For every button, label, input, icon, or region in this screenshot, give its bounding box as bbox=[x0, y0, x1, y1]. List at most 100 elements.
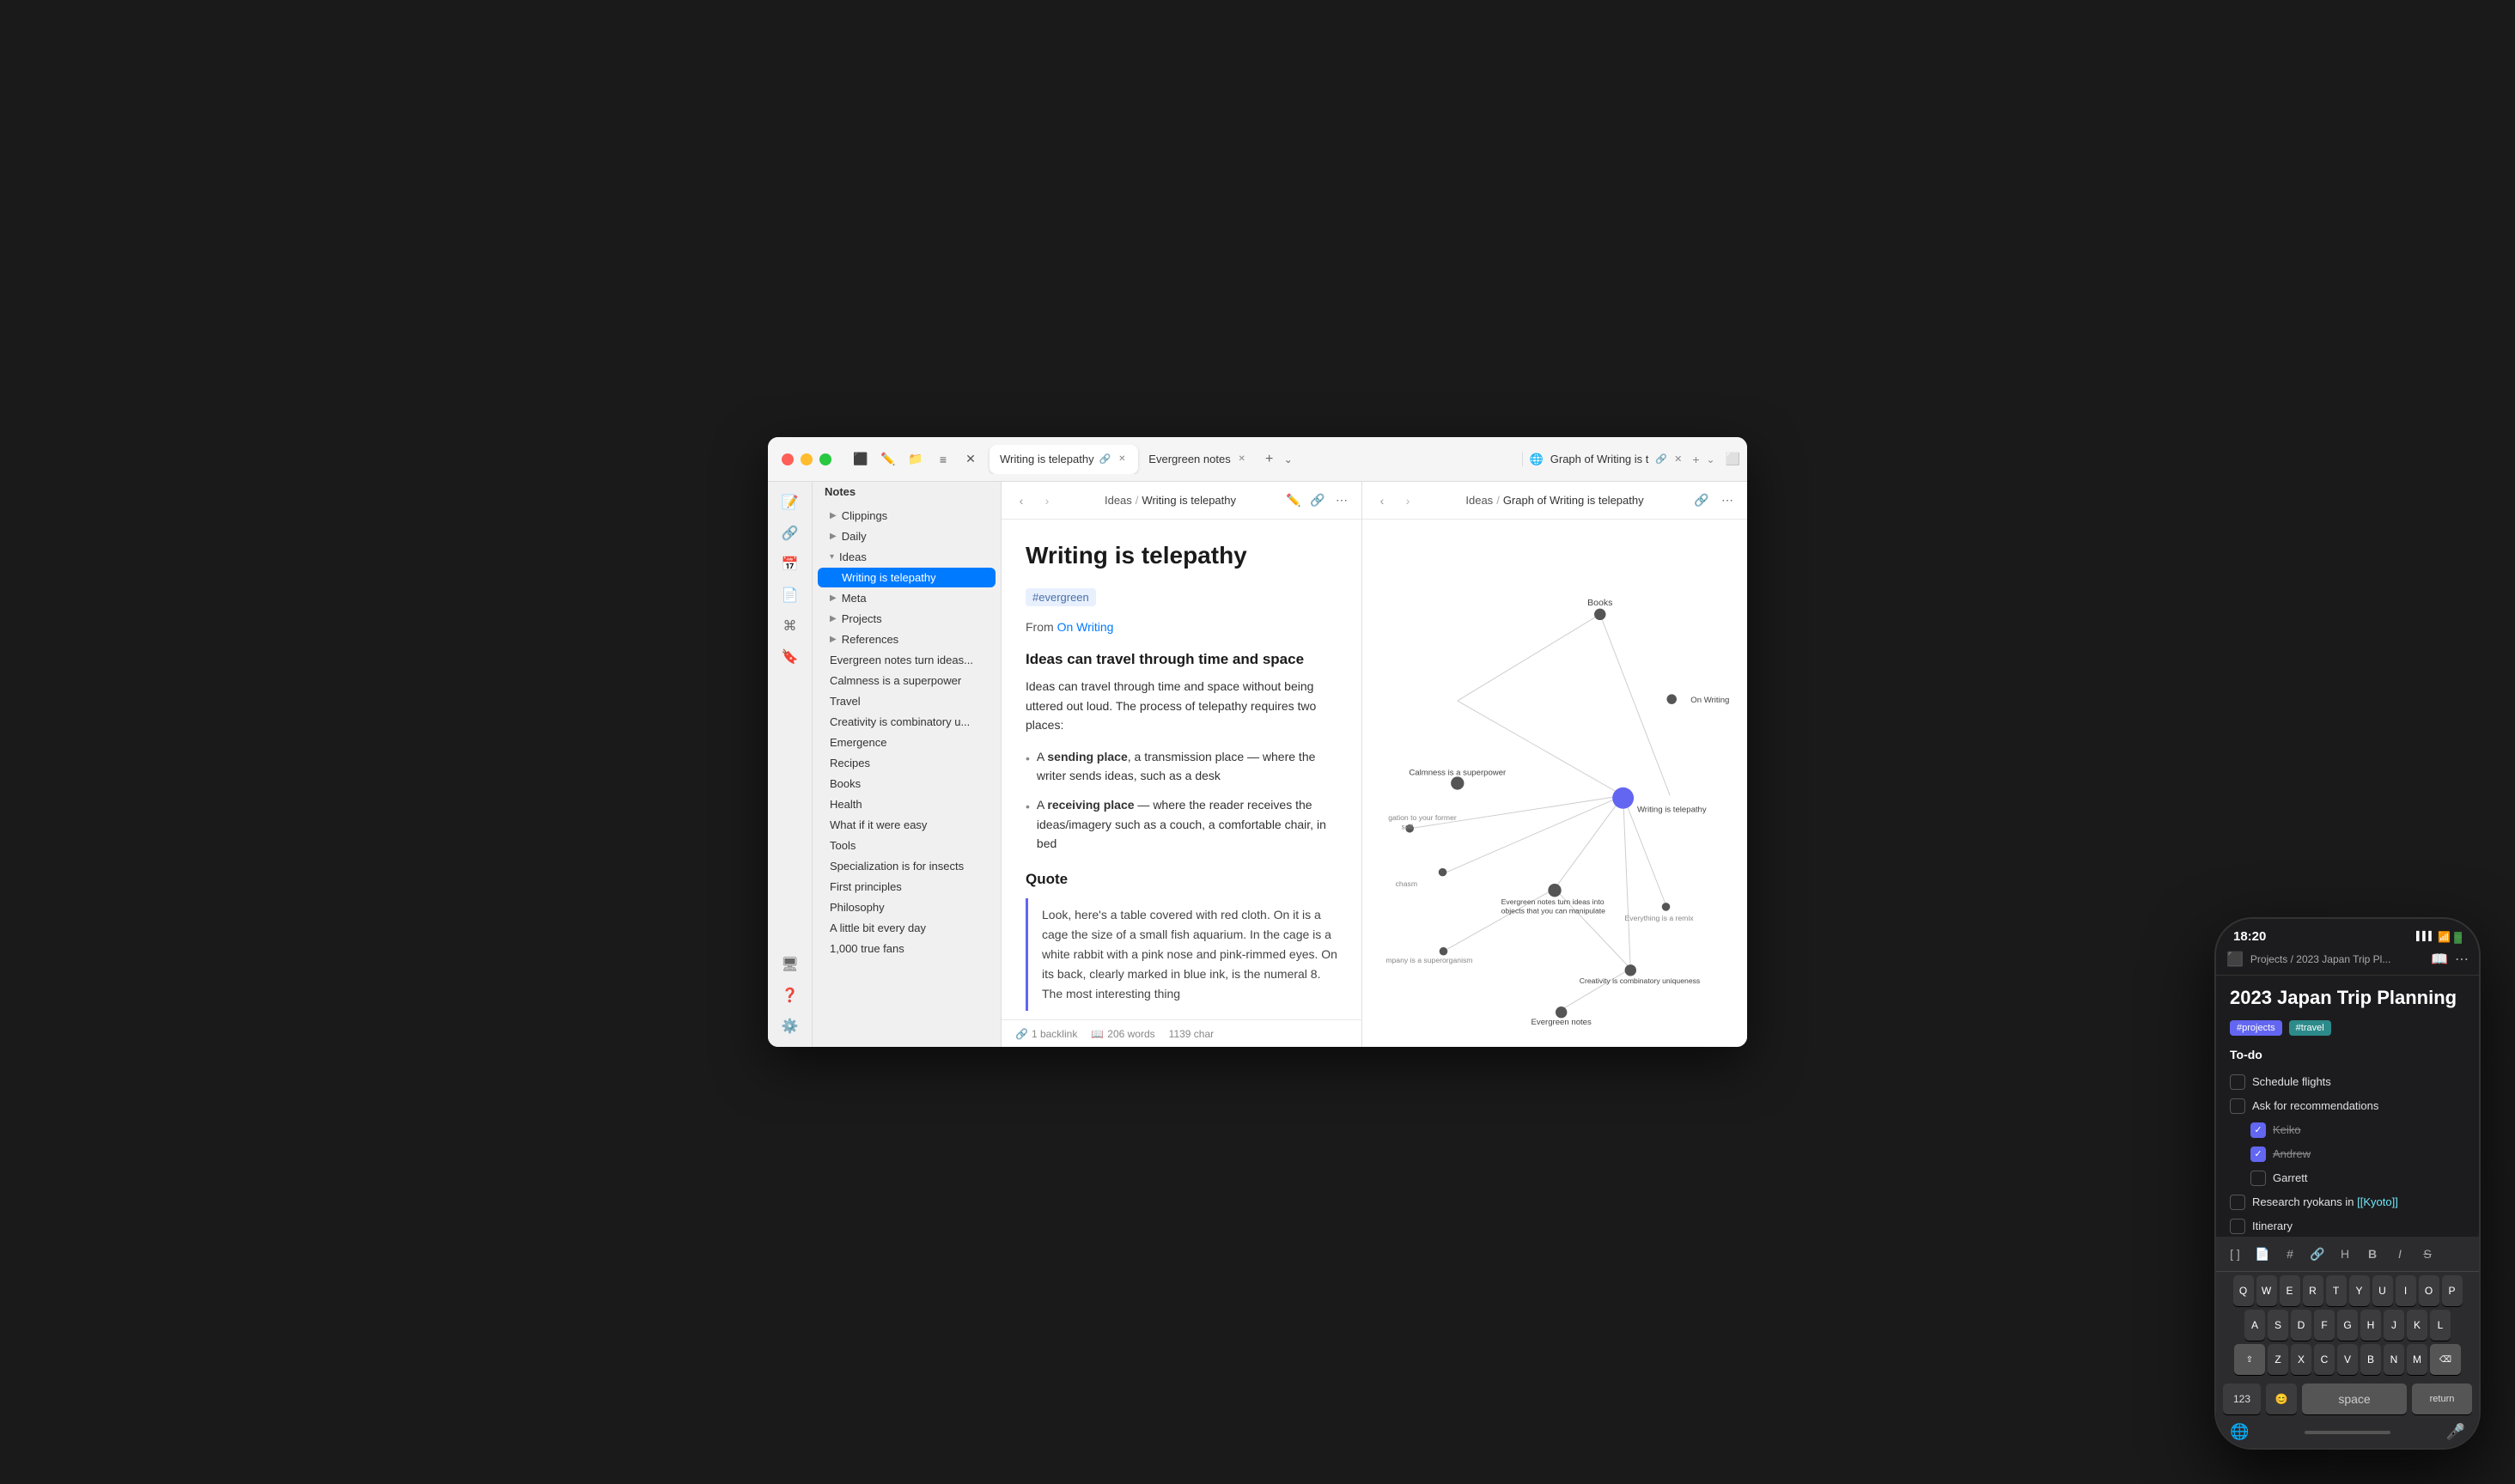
sidebar-item-daily[interactable]: ▶ Daily bbox=[818, 526, 996, 546]
checkbox-keiko[interactable] bbox=[2250, 1122, 2266, 1138]
tab-writing-is-telepathy[interactable]: Writing is telepathy 🔗 ✕ bbox=[990, 445, 1138, 474]
phone-tag-travel[interactable]: #travel bbox=[2289, 1020, 2331, 1036]
sort-icon[interactable]: ≡ bbox=[935, 451, 952, 468]
checkbox-schedule-flights[interactable] bbox=[2230, 1074, 2245, 1090]
globe-icon[interactable]: 🌐 bbox=[2230, 1423, 2249, 1441]
node-writing-telepathy[interactable] bbox=[1612, 788, 1634, 809]
new-tab-button[interactable]: + bbox=[1258, 448, 1281, 471]
key-S[interactable]: S bbox=[2268, 1310, 2288, 1341]
checkbox-itinerary[interactable] bbox=[2230, 1219, 2245, 1234]
key-F[interactable]: F bbox=[2314, 1310, 2335, 1341]
node-superorganism[interactable] bbox=[1440, 947, 1448, 956]
back-button[interactable]: ‹ bbox=[1012, 491, 1031, 510]
tab-close-button[interactable]: ✕ bbox=[1236, 453, 1248, 465]
key-O[interactable]: O bbox=[2419, 1275, 2439, 1306]
node-chasm[interactable] bbox=[1439, 868, 1447, 877]
key-E[interactable]: E bbox=[2280, 1275, 2300, 1306]
key-return[interactable]: return bbox=[2412, 1384, 2472, 1414]
heading-icon[interactable]: H bbox=[2333, 1242, 2357, 1266]
help-icon[interactable]: ❓ bbox=[776, 982, 804, 1009]
sidebar-item-books[interactable]: Books bbox=[818, 774, 996, 794]
key-U[interactable]: U bbox=[2372, 1275, 2393, 1306]
sidebar-item-specialization[interactable]: Specialization is for insects bbox=[818, 856, 996, 876]
sidebar-item-tools[interactable]: Tools bbox=[818, 836, 996, 855]
key-Y[interactable]: Y bbox=[2349, 1275, 2370, 1306]
key-H[interactable]: H bbox=[2360, 1310, 2381, 1341]
node-remix[interactable] bbox=[1662, 903, 1671, 911]
tab-evergreen-notes[interactable]: Evergreen notes ✕ bbox=[1138, 445, 1258, 474]
graph-tab-close[interactable]: ✕ bbox=[1674, 453, 1682, 465]
more-icon[interactable]: ⋯ bbox=[1332, 491, 1351, 510]
sidebar-item-creativity[interactable]: Creativity is combinatory u... bbox=[818, 712, 996, 732]
sidebar-item-writing-is-telepathy[interactable]: Writing is telepathy bbox=[818, 568, 996, 587]
sidebar-item-projects[interactable]: ▶ Projects bbox=[818, 609, 996, 629]
node-on-writing[interactable] bbox=[1666, 694, 1677, 704]
close-sidebar-icon[interactable]: ✕ bbox=[962, 451, 979, 468]
checkbox-garrett[interactable] bbox=[2250, 1171, 2266, 1186]
key-N[interactable]: N bbox=[2384, 1344, 2404, 1375]
graph-forward-button[interactable]: › bbox=[1398, 491, 1417, 510]
sidebar-item-calmness[interactable]: Calmness is a superpower bbox=[818, 671, 996, 690]
bracket-icon[interactable]: [ ] bbox=[2223, 1242, 2247, 1266]
minimize-button[interactable] bbox=[801, 453, 813, 465]
key-P[interactable]: P bbox=[2442, 1275, 2463, 1306]
sidebar-item-emergence[interactable]: Emergence bbox=[818, 733, 996, 752]
key-K[interactable]: K bbox=[2407, 1310, 2427, 1341]
bold-icon[interactable]: B bbox=[2360, 1242, 2384, 1266]
node-books[interactable] bbox=[1594, 609, 1605, 620]
key-D[interactable]: D bbox=[2291, 1310, 2311, 1341]
tag-icon[interactable]: # bbox=[2278, 1242, 2302, 1266]
key-Q[interactable]: Q bbox=[2233, 1275, 2254, 1306]
sidebar-item-1000-fans[interactable]: 1,000 true fans bbox=[818, 939, 996, 958]
node-calmness[interactable] bbox=[1451, 776, 1464, 789]
node-evergreen2[interactable] bbox=[1556, 1007, 1567, 1018]
tabs-chevron[interactable]: ⌄ bbox=[1281, 450, 1296, 469]
phone-tag-projects[interactable]: #projects bbox=[2230, 1020, 2282, 1036]
calendar-icon[interactable]: 📅 bbox=[776, 550, 804, 578]
edit-icon[interactable]: ✏️ bbox=[1284, 491, 1303, 510]
graph-tab-label[interactable]: Graph of Writing is t bbox=[1550, 453, 1649, 465]
key-123[interactable]: 123 bbox=[2223, 1384, 2261, 1414]
key-B[interactable]: B bbox=[2360, 1344, 2381, 1375]
key-G[interactable]: G bbox=[2337, 1310, 2358, 1341]
key-shift[interactable]: ⇧ bbox=[2234, 1344, 2265, 1375]
terminal-icon[interactable]: ⌘ bbox=[776, 612, 804, 640]
close-button[interactable] bbox=[782, 453, 794, 465]
sidebar-item-recipes[interactable]: Recipes bbox=[818, 753, 996, 773]
key-space[interactable]: space bbox=[2302, 1384, 2407, 1414]
note-tag[interactable]: #evergreen bbox=[1026, 588, 1096, 606]
key-L[interactable]: L bbox=[2430, 1310, 2451, 1341]
bookmark-icon[interactable]: 🔖 bbox=[776, 643, 804, 671]
graph-more-icon[interactable]: ⋯ bbox=[1718, 491, 1737, 510]
sidebar-item-meta[interactable]: ▶ Meta bbox=[818, 588, 996, 608]
italic-icon[interactable]: I bbox=[2388, 1242, 2412, 1266]
strikethrough-icon[interactable]: S bbox=[2415, 1242, 2439, 1266]
more-icon[interactable]: ⋯ bbox=[2455, 951, 2469, 968]
collapse-panel-icon[interactable]: ⬜ bbox=[1726, 452, 1740, 466]
from-link[interactable]: On Writing bbox=[1057, 620, 1114, 634]
sidebar-item-philosophy[interactable]: Philosophy bbox=[818, 897, 996, 917]
key-Z[interactable]: Z bbox=[2268, 1344, 2288, 1375]
file-icon[interactable]: 📄 bbox=[2250, 1242, 2274, 1266]
key-delete[interactable]: ⌫ bbox=[2430, 1344, 2461, 1375]
maximize-button[interactable] bbox=[819, 453, 831, 465]
kyoto-link[interactable]: [[Kyoto]] bbox=[2357, 1195, 2398, 1208]
key-V[interactable]: V bbox=[2337, 1344, 2358, 1375]
sidebar-item-ideas[interactable]: ▾ Ideas bbox=[818, 547, 996, 567]
key-W[interactable]: W bbox=[2256, 1275, 2277, 1306]
sidebar-item-travel[interactable]: Travel bbox=[818, 691, 996, 711]
key-M[interactable]: M bbox=[2407, 1344, 2427, 1375]
link-icon[interactable]: 🔗 bbox=[2305, 1242, 2329, 1266]
book-open-icon[interactable]: 📖 bbox=[2431, 951, 2448, 968]
key-X[interactable]: X bbox=[2291, 1344, 2311, 1375]
sidebar-item-health[interactable]: Health bbox=[818, 794, 996, 814]
key-C[interactable]: C bbox=[2314, 1344, 2335, 1375]
sidebar-item-references[interactable]: ▶ References bbox=[818, 629, 996, 649]
forward-button[interactable]: › bbox=[1038, 491, 1057, 510]
graph-icon[interactable]: 🔗 bbox=[776, 520, 804, 547]
pages-icon[interactable]: 📄 bbox=[776, 581, 804, 609]
key-I[interactable]: I bbox=[2396, 1275, 2416, 1306]
sidebar-item-first-principles[interactable]: First principles bbox=[818, 877, 996, 897]
link-icon[interactable]: 🔗 bbox=[1308, 491, 1327, 510]
graph-back-button[interactable]: ‹ bbox=[1373, 491, 1391, 510]
